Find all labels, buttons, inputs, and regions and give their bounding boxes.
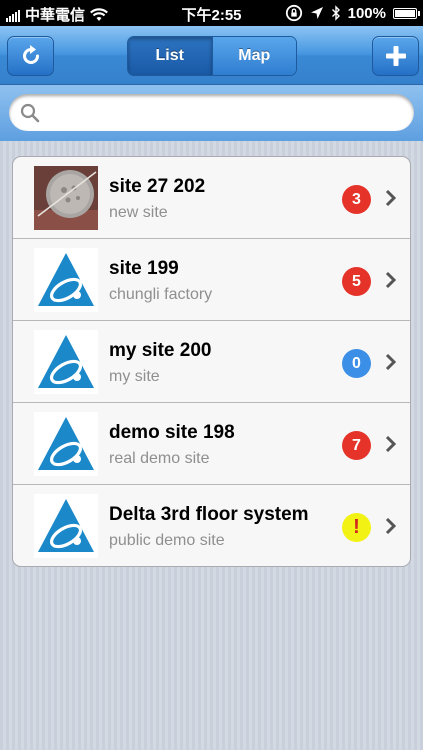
status-bar: 中華電信 下午2:55 100% (0, 0, 423, 26)
delta-logo-icon (34, 248, 98, 312)
battery-icon (393, 7, 420, 19)
site-photo-thumbnail (34, 166, 98, 230)
search-input[interactable] (47, 96, 414, 129)
list-item[interactable]: Delta 3rd floor system public demo site … (13, 485, 410, 566)
site-subtitle: my site (109, 368, 160, 385)
site-subtitle: public demo site (109, 532, 225, 549)
alert-count-badge: 0 (342, 349, 371, 378)
site-subtitle: chungli factory (109, 286, 213, 303)
chevron-right-icon (385, 517, 397, 535)
site-list: site 27 202 new site 3 site 199 chungli … (12, 156, 411, 567)
site-title: Delta 3rd floor system (109, 504, 309, 525)
orientation-lock-icon (285, 4, 302, 22)
chevron-right-icon (385, 353, 397, 371)
map-segment[interactable]: Map (211, 37, 296, 75)
plus-icon (385, 46, 406, 66)
warning-badge: ! (342, 513, 371, 542)
chevron-right-icon (385, 271, 397, 289)
navigation-bar: List Map (0, 26, 423, 85)
battery-percent: 100% (347, 4, 386, 22)
delta-logo-icon (34, 330, 98, 394)
list-item[interactable]: my site 200 my site 0 (13, 321, 410, 403)
refresh-button[interactable] (7, 36, 54, 76)
search-icon (20, 103, 40, 122)
chevron-right-icon (385, 435, 397, 453)
refresh-icon (22, 45, 39, 64)
location-arrow-icon (310, 7, 323, 19)
list-item[interactable]: site 199 chungli factory 5 (13, 239, 410, 321)
list-item[interactable]: site 27 202 new site 3 (13, 157, 410, 239)
bluetooth-icon (331, 5, 340, 21)
delta-logo-icon (34, 412, 98, 476)
site-title: site 27 202 (109, 176, 206, 197)
list-item[interactable]: demo site 198 real demo site 7 (13, 403, 410, 485)
alert-count-badge: 5 (342, 267, 371, 296)
site-title: demo site 198 (109, 422, 235, 443)
site-title: site 199 (109, 258, 179, 279)
list-segment[interactable]: List (128, 37, 212, 75)
chevron-right-icon (385, 189, 397, 207)
view-segmented-control: List Map (127, 36, 297, 76)
delta-logo-icon (34, 494, 98, 558)
site-subtitle: real demo site (109, 450, 210, 467)
alert-count-badge: 7 (342, 431, 371, 460)
search-field[interactable] (9, 94, 414, 131)
site-subtitle: new site (109, 204, 168, 221)
alert-count-badge: 3 (342, 185, 371, 214)
search-bar (0, 85, 423, 141)
site-title: my site 200 (109, 340, 212, 361)
add-button[interactable] (372, 36, 419, 76)
